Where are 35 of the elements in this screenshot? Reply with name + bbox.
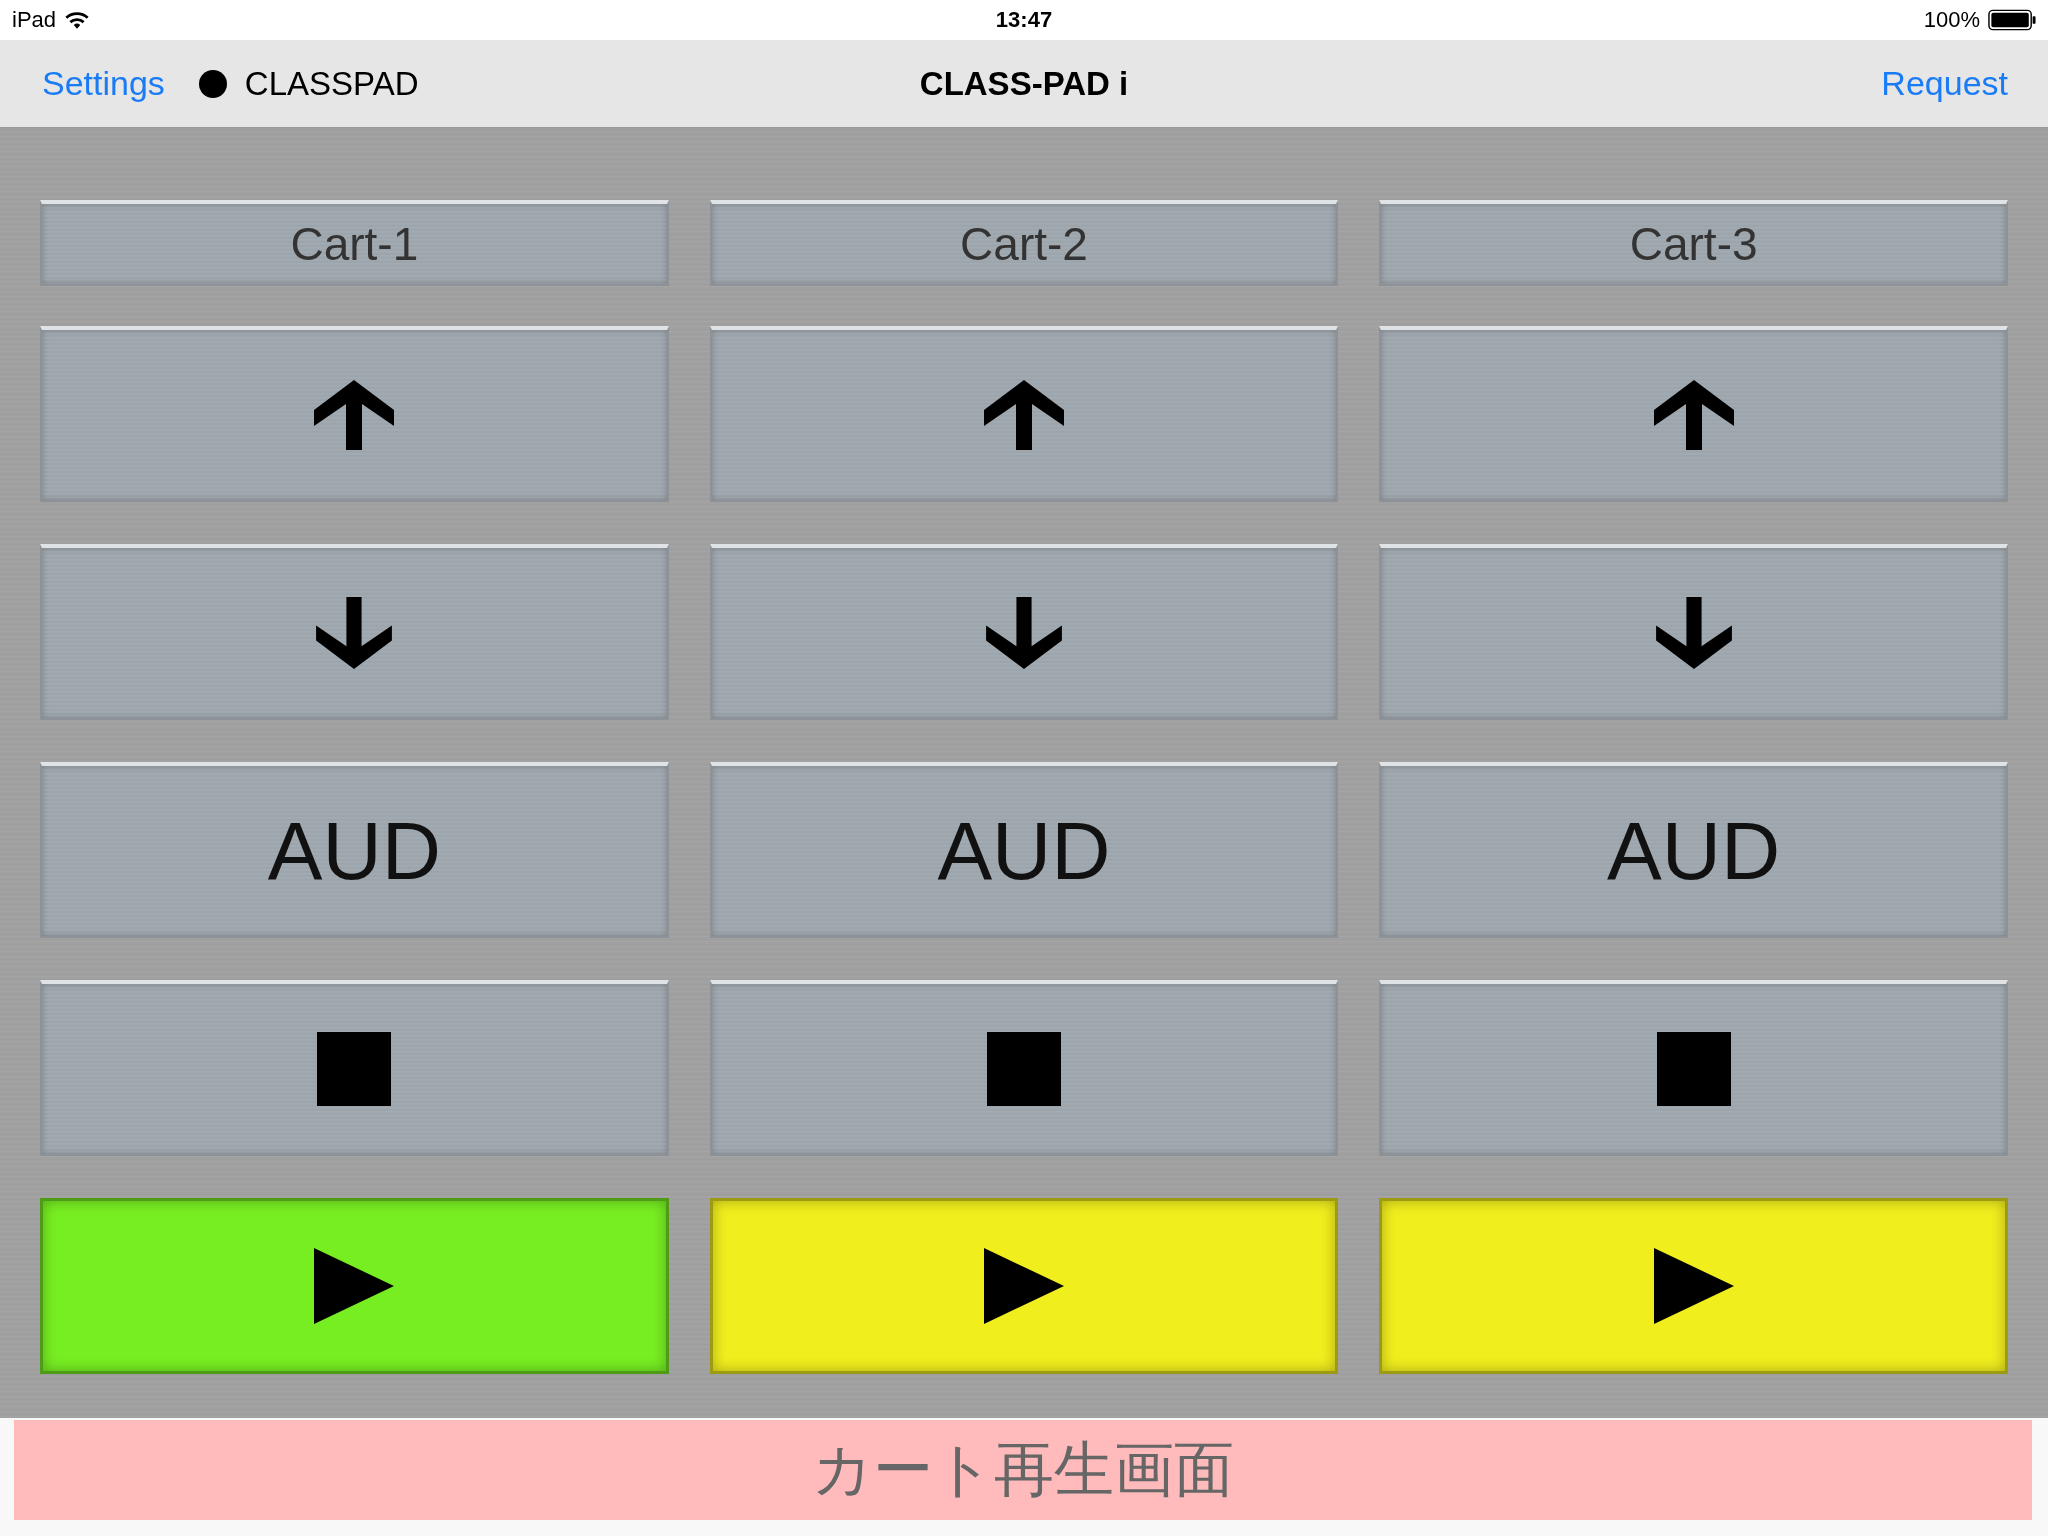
arrow-up-icon <box>984 379 1064 451</box>
aud-button[interactable]: AUD <box>40 762 669 938</box>
cart-label: Cart-2 <box>709 200 1339 286</box>
device-label: iPad <box>12 7 57 33</box>
play-icon <box>1653 1248 1734 1324</box>
stop-button[interactable] <box>1379 980 2008 1156</box>
stop-icon <box>985 1032 1063 1106</box>
aud-button[interactable]: AUD <box>1379 762 2008 938</box>
aud-button[interactable]: AUD <box>709 762 1339 938</box>
arrow-up-icon <box>314 379 395 451</box>
play-button[interactable] <box>40 1198 669 1374</box>
up-button[interactable] <box>709 326 1339 502</box>
play-icon <box>984 1248 1064 1324</box>
window-title: CLASS-PAD i <box>919 64 1129 103</box>
play-button[interactable] <box>709 1198 1339 1374</box>
arrow-down-icon <box>1653 597 1734 669</box>
stop-button[interactable] <box>709 980 1339 1156</box>
arrow-up-icon <box>1653 379 1734 451</box>
arrow-down-icon <box>984 597 1064 669</box>
arrow-down-icon <box>314 597 395 669</box>
stop-icon <box>1654 1032 1733 1106</box>
up-button[interactable] <box>40 326 669 502</box>
stop-button[interactable] <box>40 980 669 1156</box>
wifi-icon <box>64 10 91 30</box>
play-button[interactable] <box>1379 1198 2008 1374</box>
battery-icon <box>1988 9 2036 31</box>
battery-percent: 100% <box>1923 7 1980 33</box>
cart-label: Cart-3 <box>1379 200 2008 286</box>
clock-time: 13:47 <box>995 7 1053 33</box>
cart-label: Cart-1 <box>40 200 669 286</box>
caption-banner: カート再生画面 <box>14 1420 2032 1520</box>
device-name: CLASSPAD <box>244 64 419 103</box>
up-button[interactable] <box>1379 326 2008 502</box>
stop-icon <box>315 1032 394 1106</box>
play-icon <box>314 1248 395 1324</box>
